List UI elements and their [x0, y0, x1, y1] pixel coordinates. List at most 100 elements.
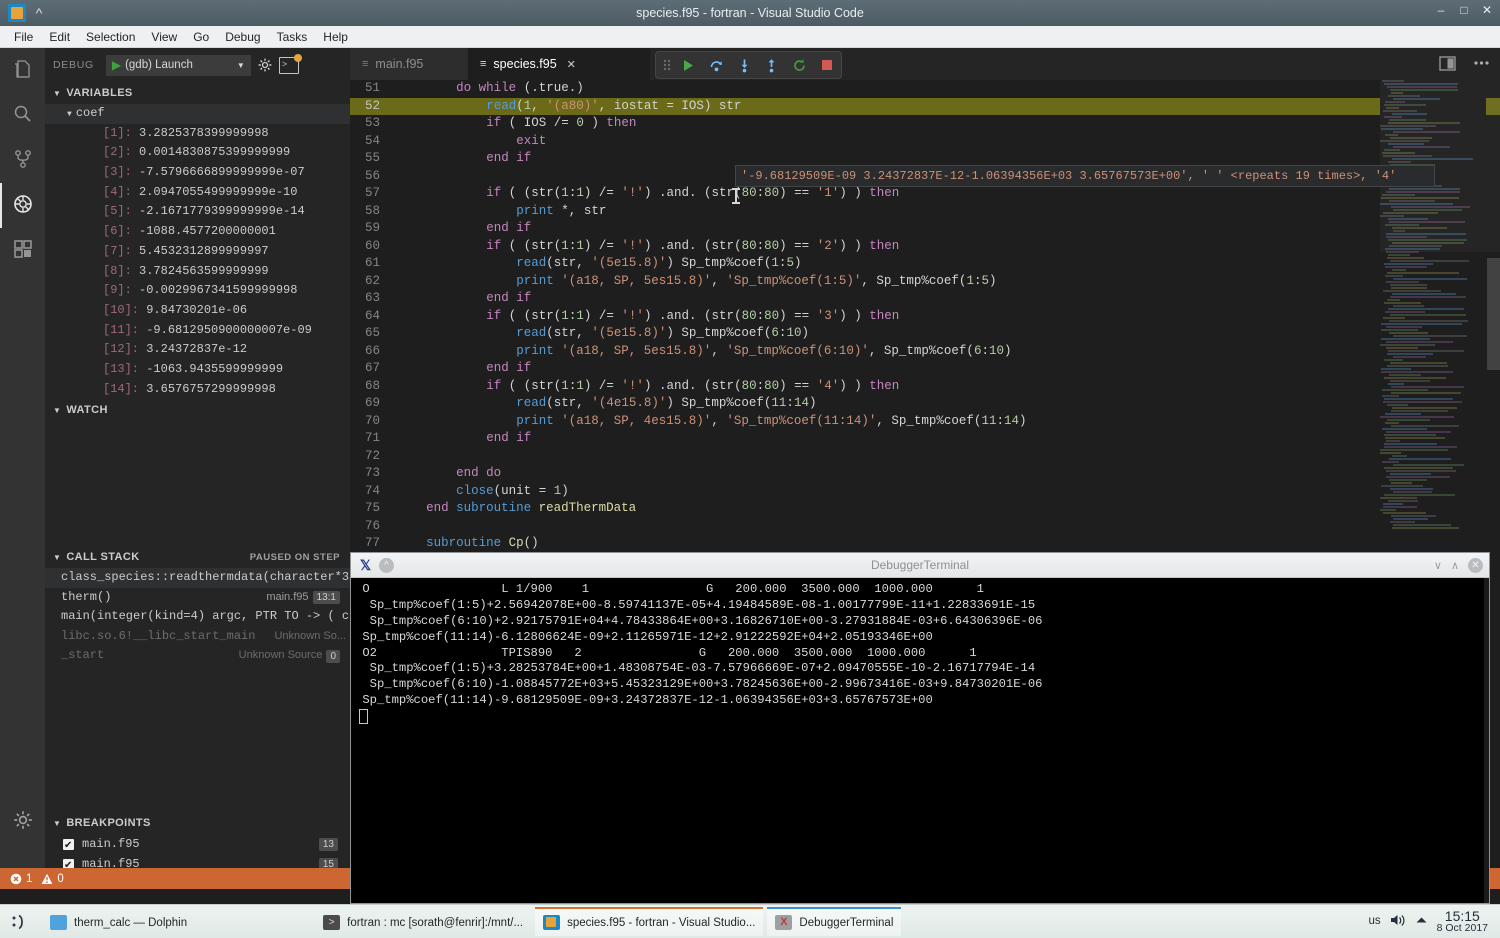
- code-line[interactable]: 62 print '(a18, SP, 5es15.8)', 'Sp_tmp%c…: [350, 273, 1500, 291]
- terminal-maximize-button[interactable]: ∧: [1451, 559, 1459, 572]
- code-line[interactable]: 73 end do: [350, 465, 1500, 483]
- clock[interactable]: 15:15 8 Oct 2017: [1437, 909, 1488, 935]
- code-line[interactable]: 60 if ( (str(1:1) /= '!') .and. (str(80:…: [350, 238, 1500, 256]
- breakpoint-row[interactable]: main.f95 13: [45, 834, 350, 854]
- keyboard-layout-indicator[interactable]: us: [1368, 915, 1380, 927]
- variable-row[interactable]: [5]: -2.1671779399999999e-14: [45, 202, 350, 222]
- terminal-close-button[interactable]: ✕: [1468, 558, 1483, 573]
- debug-toolbar-float[interactable]: [655, 51, 842, 79]
- variable-row[interactable]: [12]: 3.24372837e-12: [45, 340, 350, 360]
- menu-go[interactable]: Go: [185, 28, 217, 46]
- status-problems[interactable]: 1 0: [10, 873, 64, 885]
- menu-view[interactable]: View: [143, 28, 185, 46]
- code-line[interactable]: 51 do while (.true.): [350, 80, 1500, 98]
- code-line[interactable]: 70 print '(a18, SP, 4es15.8)', 'Sp_tmp%c…: [350, 413, 1500, 431]
- watch-pane-header[interactable]: ▼ WATCH: [45, 399, 350, 421]
- variable-row[interactable]: [8]: 3.7824563599999999: [45, 262, 350, 282]
- code-line[interactable]: 75 end subroutine readThermData: [350, 500, 1500, 518]
- code-line[interactable]: 52 read(1, '(a80)', iostat = IOS) str: [350, 98, 1500, 116]
- code-line[interactable]: 69 read(str, '(4e15.8)') Sp_tmp%coef(11:…: [350, 395, 1500, 413]
- maximize-button[interactable]: □: [1457, 3, 1471, 17]
- code-line[interactable]: 71 end if: [350, 430, 1500, 448]
- volume-icon[interactable]: [1390, 913, 1406, 930]
- menu-help[interactable]: Help: [315, 28, 356, 46]
- minimize-button[interactable]: –: [1434, 3, 1448, 17]
- variable-row[interactable]: [9]: -0.0029967341599999998: [45, 281, 350, 301]
- debug-console-icon[interactable]: >: [279, 57, 299, 74]
- code-line[interactable]: 76: [350, 518, 1500, 536]
- play-icon[interactable]: ▶: [112, 58, 121, 72]
- activitybar-item-settings[interactable]: [0, 799, 45, 844]
- code-line[interactable]: 68 if ( (str(1:1) /= '!') .and. (str(80:…: [350, 378, 1500, 396]
- code-line[interactable]: 59 end if: [350, 220, 1500, 238]
- menu-tasks[interactable]: Tasks: [269, 28, 316, 46]
- tab-species-f95[interactable]: ≡ species.f95 ✕: [468, 48, 650, 80]
- tray-expand-chevron-up-icon[interactable]: [1415, 915, 1428, 928]
- code-line[interactable]: 77 subroutine Cp(): [350, 535, 1500, 550]
- activitybar-item-source-control[interactable]: [0, 138, 45, 183]
- watch-list[interactable]: [45, 421, 350, 546]
- callstack-frame[interactable]: _start Unknown Source 0: [45, 646, 350, 666]
- drag-handle-icon[interactable]: [659, 57, 675, 73]
- code-line[interactable]: 53 if ( IOS /= 0 ) then: [350, 115, 1500, 133]
- application-launcher-icon[interactable]: [0, 905, 40, 938]
- variable-row[interactable]: [11]: -9.6812950900000007e-09: [45, 321, 350, 341]
- menu-debug[interactable]: Debug: [217, 28, 268, 46]
- debugger-terminal-window[interactable]: 𝕏 ^ DebuggerTerminal ∨ ∧ ✕ O L 1/900 1 G…: [350, 552, 1490, 904]
- menu-edit[interactable]: Edit: [41, 28, 78, 46]
- variable-row[interactable]: [6]: -1088.4577200000001: [45, 222, 350, 242]
- activitybar-item-debug[interactable]: [0, 183, 45, 228]
- code-line[interactable]: 61 read(str, '(5e15.8)') Sp_tmp%coef(1:5…: [350, 255, 1500, 273]
- terminal-output[interactable]: O L 1/900 1 G 200.000 3500.000 1000.000 …: [351, 578, 1489, 903]
- editor-scrollbar[interactable]: [1487, 258, 1500, 370]
- activitybar-item-explorer[interactable]: [0, 48, 45, 93]
- taskbar-item-dolphin[interactable]: therm_calc — Dolphin: [42, 907, 195, 936]
- debug-restart-button[interactable]: [786, 53, 814, 77]
- variable-row[interactable]: [7]: 5.4532312899999997: [45, 242, 350, 262]
- split-editor-icon[interactable]: [1436, 52, 1458, 74]
- taskbar-item-mc-terminal[interactable]: > fortran : mc [sorath@fenrir]:/mnt/...: [315, 907, 531, 936]
- callstack-frame[interactable]: main(integer(kind=4) argc, PTR TO -> ( c…: [45, 607, 350, 627]
- callstack-frame[interactable]: class_species::readthermdata(character*3…: [45, 568, 350, 588]
- code-line[interactable]: 67 end if: [350, 360, 1500, 378]
- more-actions-ellipsis-icon[interactable]: [1470, 52, 1492, 74]
- debug-step-into-button[interactable]: [730, 53, 758, 77]
- breakpoints-pane-header[interactable]: ▼ BREAKPOINTS: [45, 812, 358, 834]
- code-line[interactable]: 66 print '(a18, SP, 5es15.8)', 'Sp_tmp%c…: [350, 343, 1500, 361]
- menu-file[interactable]: File: [6, 28, 41, 46]
- menu-selection[interactable]: Selection: [78, 28, 143, 46]
- activitybar-item-extensions[interactable]: [0, 228, 45, 273]
- variable-row[interactable]: [13]: -1063.9435599999999: [45, 360, 350, 380]
- terminal-minimize-button[interactable]: ∨: [1434, 559, 1442, 572]
- code-line[interactable]: 72: [350, 448, 1500, 466]
- variable-scope-coef[interactable]: ▼ coef: [45, 104, 350, 124]
- debug-configuration-select[interactable]: ▶ (gdb) Launch ▼: [106, 55, 251, 76]
- callstack-pane-header[interactable]: ▼ CALL STACK PAUSED ON STEP: [45, 546, 350, 568]
- code-line[interactable]: 57 if ( (str(1:1) /= '!') .and. (str(80:…: [350, 185, 1500, 203]
- callstack-list[interactable]: class_species::readthermdata(character*3…: [45, 568, 350, 685]
- debug-settings-gear-icon[interactable]: [257, 57, 273, 73]
- debug-continue-button[interactable]: [675, 53, 703, 77]
- variables-list[interactable]: ▼ coef [1]: 3.2825378399999998 [2]: 0.0014…: [45, 104, 350, 399]
- terminal-scrollbar[interactable]: [1484, 578, 1489, 903]
- debug-step-over-button[interactable]: [703, 53, 731, 77]
- code-line[interactable]: 64 if ( (str(1:1) /= '!') .and. (str(80:…: [350, 308, 1500, 326]
- variable-row[interactable]: [3]: -7.5796666899999999e-07: [45, 163, 350, 183]
- callstack-frame[interactable]: therm() main.f95 13:1: [45, 588, 350, 608]
- taskbar-item-vscode[interactable]: species.f95 - fortran - Visual Studio...: [535, 907, 763, 936]
- callstack-frame[interactable]: libc.so.6!__libc_start_main Unknown So...: [45, 627, 350, 647]
- code-line[interactable]: 63 end if: [350, 290, 1500, 308]
- code-line[interactable]: 65 read(str, '(5e15.8)') Sp_tmp%coef(6:1…: [350, 325, 1500, 343]
- code-line[interactable]: 74 close(unit = 1): [350, 483, 1500, 501]
- variable-row[interactable]: [10]: 9.84730201e-06: [45, 301, 350, 321]
- variable-row[interactable]: [2]: 0.0014830875399999999: [45, 143, 350, 163]
- breakpoint-checkbox[interactable]: [63, 839, 74, 850]
- tab-main-f95[interactable]: ≡ main.f95: [350, 48, 468, 80]
- taskbar-item-debuggerterminal[interactable]: X DebuggerTerminal: [767, 907, 901, 936]
- variable-row[interactable]: [4]: 2.0947055499999999e-10: [45, 183, 350, 203]
- activitybar-item-search[interactable]: [0, 93, 45, 138]
- close-icon[interactable]: ✕: [567, 58, 576, 71]
- close-button[interactable]: ✕: [1480, 3, 1494, 17]
- variable-row[interactable]: [1]: 3.2825378399999998: [45, 124, 350, 144]
- code-line[interactable]: 58 print *, str: [350, 203, 1500, 221]
